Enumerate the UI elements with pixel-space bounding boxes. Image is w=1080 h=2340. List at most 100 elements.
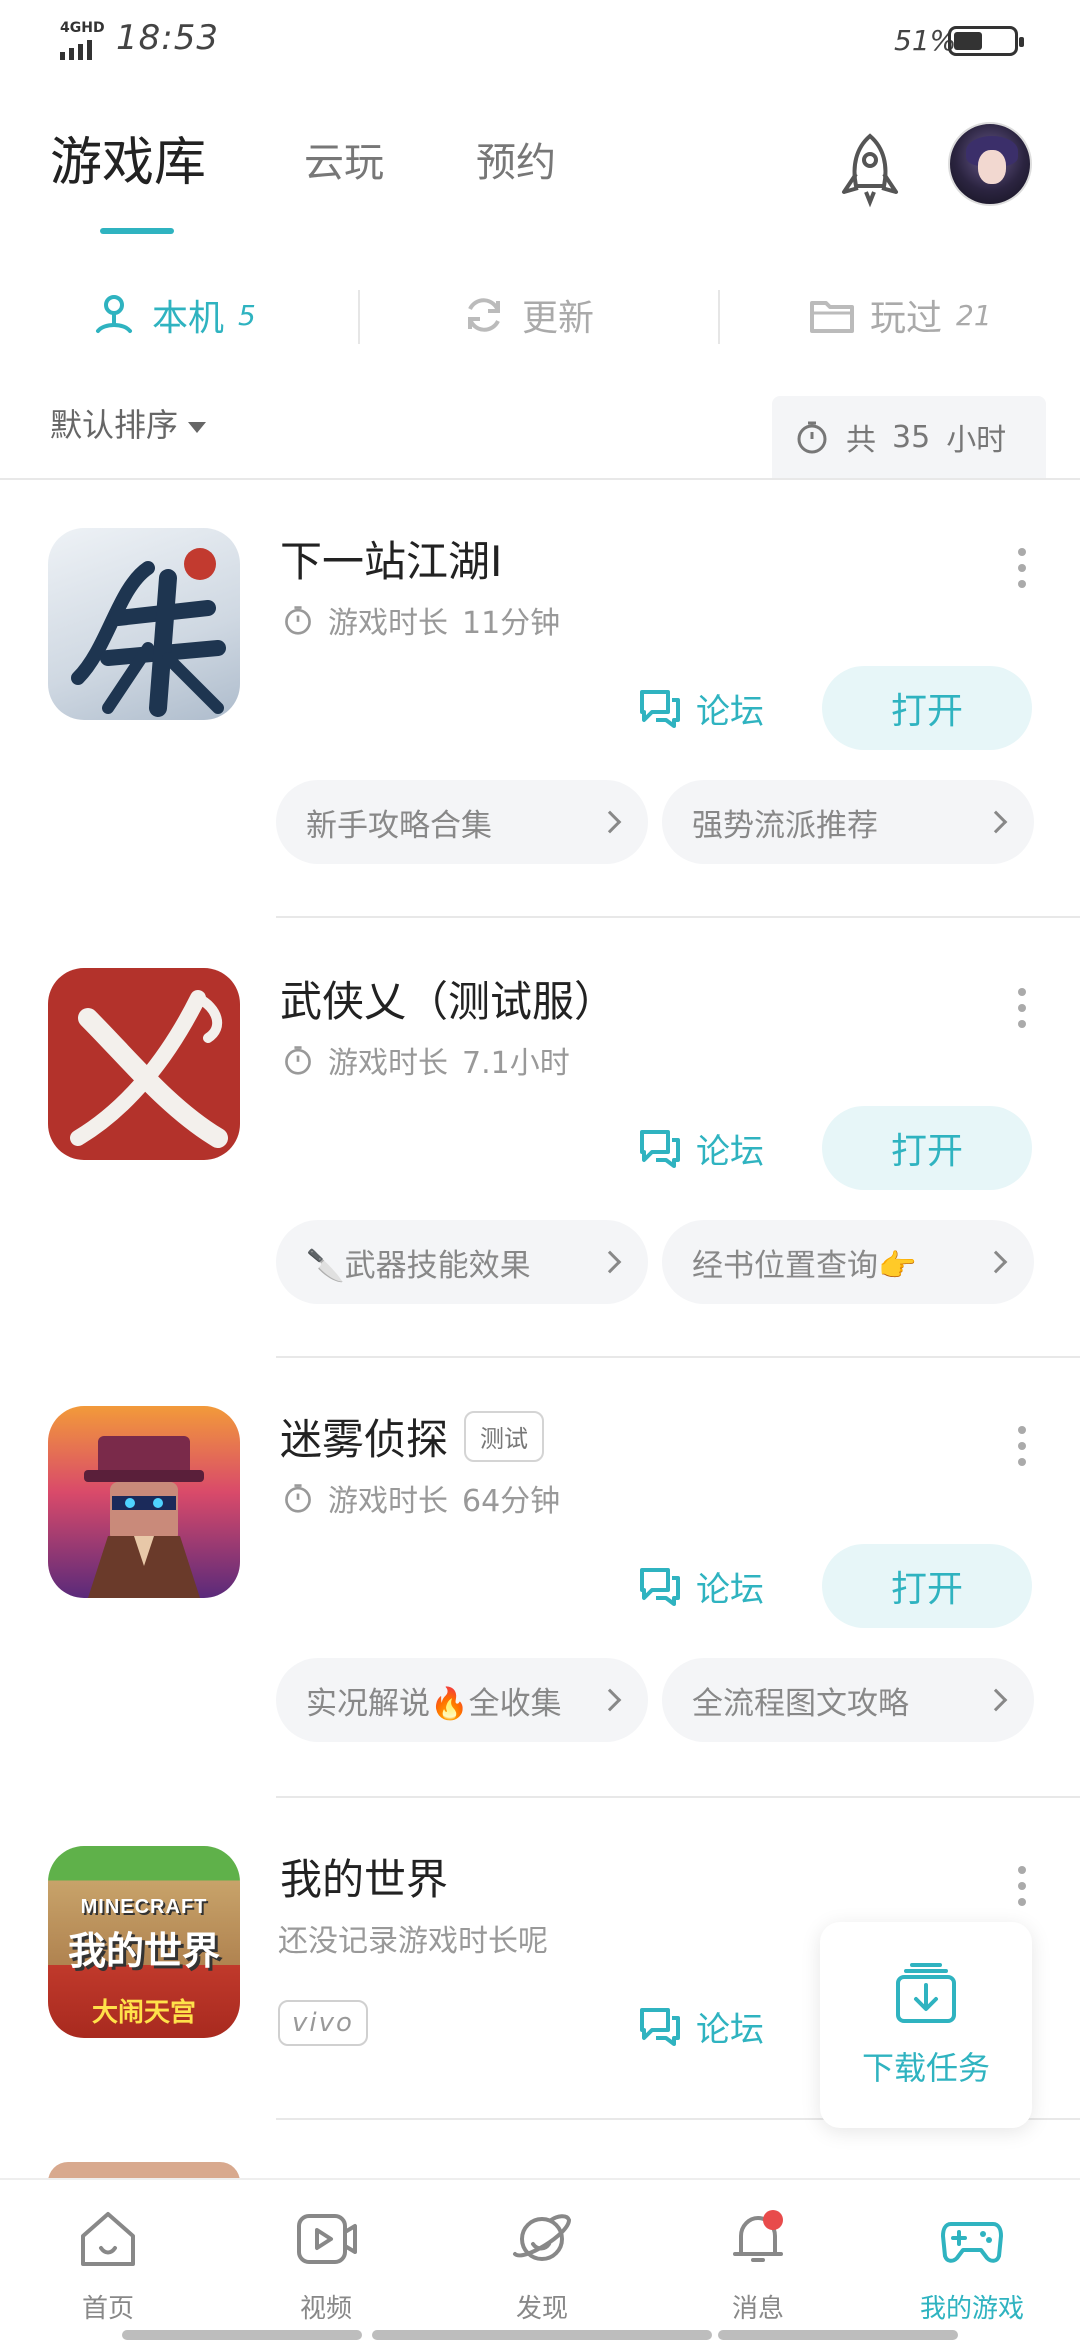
- open-button[interactable]: 打开: [822, 1544, 1032, 1628]
- game-icon-xiayizhan[interactable]: [48, 528, 240, 720]
- download-icon: [896, 1963, 956, 2023]
- chat-icon: [640, 1130, 680, 1168]
- section-divider: [0, 478, 1080, 480]
- no-record-text: 还没记录游戏时长呢: [278, 1924, 548, 1959]
- game-name[interactable]: 迷雾侦探 测试: [280, 1406, 545, 1467]
- nav-video[interactable]: 视频: [246, 2206, 406, 2325]
- forum-button[interactable]: 论坛: [638, 678, 764, 738]
- forum-label: 论坛: [696, 1131, 764, 1172]
- total-playtime: 共 35 小时: [772, 396, 1046, 478]
- chevron-right-icon: [984, 810, 1008, 834]
- stopwatch-icon: [285, 1484, 311, 1513]
- game-name[interactable]: 下一站江湖Ⅰ: [280, 528, 502, 589]
- device-icon: [96, 295, 132, 333]
- nav-home[interactable]: 首页: [28, 2206, 188, 2325]
- no-playtime-record: 还没记录游戏时长呢: [278, 1916, 548, 1960]
- nav-messages-label: 消息: [731, 2294, 784, 2324]
- test-badge: 测试: [464, 1411, 545, 1462]
- guide-chip[interactable]: 新手攻略合集: [276, 780, 648, 864]
- chevron-right-icon: [598, 1250, 622, 1274]
- guide-chip[interactable]: 全流程图文攻略: [662, 1658, 1034, 1742]
- tab-game-library[interactable]: 游戏库: [50, 120, 206, 195]
- gesture-bar: [718, 2330, 958, 2340]
- open-button[interactable]: 打开: [822, 666, 1032, 750]
- guide-chips: 新手攻略合集 强势流派推荐: [276, 780, 1034, 864]
- total-unit: 小时: [946, 423, 1007, 458]
- playtime-label: 游戏时长: [328, 606, 448, 641]
- subtab-local[interactable]: 本机 5: [90, 270, 256, 360]
- tab-reservation[interactable]: 预约: [476, 130, 556, 188]
- sort-dropdown[interactable]: 默认排序: [50, 400, 207, 446]
- gesture-bar: [122, 2330, 362, 2340]
- tab-cloud-play[interactable]: 云玩: [304, 130, 384, 188]
- game-name[interactable]: 我的世界: [280, 1846, 448, 1907]
- subtab-local-label: 本机: [152, 298, 225, 339]
- divider: [358, 290, 360, 344]
- bell-icon: [733, 2210, 783, 2262]
- guide-chips: 实况解说🔥全收集 全流程图文攻略: [276, 1658, 1034, 1742]
- rocket-icon[interactable]: [830, 130, 910, 210]
- forum-label: 论坛: [696, 1569, 764, 1610]
- game-name-text: 下一站江湖Ⅰ: [280, 537, 503, 586]
- nav-home-label: 首页: [81, 2294, 134, 2324]
- vivo-badge: vivo: [278, 2000, 368, 2046]
- game-icon-miwu[interactable]: [48, 1406, 240, 1598]
- user-avatar[interactable]: [948, 122, 1032, 206]
- game-icon-wuxia[interactable]: [48, 968, 240, 1160]
- open-button[interactable]: 打开: [822, 1106, 1032, 1190]
- guide-chip[interactable]: 经书位置查询👉: [662, 1220, 1034, 1304]
- chip-label: 实况解说🔥全收集: [306, 1685, 562, 1722]
- guide-chip[interactable]: 强势流派推荐: [662, 780, 1034, 864]
- chat-icon: [640, 1568, 680, 1606]
- network-type: 4GHD: [60, 20, 105, 36]
- guide-chip[interactable]: 实况解说🔥全收集: [276, 1658, 648, 1742]
- game-icon-minecraft[interactable]: MINECRAFT 我的世界 大闹天宫: [48, 1846, 240, 2038]
- nav-messages[interactable]: 消息: [678, 2206, 838, 2325]
- signal-indicator: 4GHD: [58, 20, 108, 60]
- playtime-value: 7.1小时: [462, 1046, 570, 1081]
- status-bar: 4GHD 18:53 51%: [0, 0, 1080, 80]
- more-options-icon[interactable]: [1008, 1426, 1036, 1466]
- clock: 18:53: [116, 18, 219, 58]
- forum-button[interactable]: 论坛: [638, 1556, 764, 1616]
- total-prefix: 共: [846, 423, 876, 458]
- card-divider: [276, 1796, 1080, 1798]
- playtime-value: 64分钟: [462, 1484, 561, 1519]
- more-options-icon[interactable]: [1008, 1866, 1036, 1906]
- subtab-update-label: 更新: [522, 298, 595, 339]
- forum-button[interactable]: 论坛: [638, 1996, 764, 2056]
- minecraft-logo-cn: 我的世界: [67, 1929, 220, 1973]
- download-task-button[interactable]: 下载任务: [820, 1922, 1032, 2128]
- subtab-played-label: 玩过: [870, 298, 943, 339]
- chip-label: 经书位置查询👉: [692, 1247, 917, 1284]
- guide-chip[interactable]: 🔪武器技能效果: [276, 1220, 648, 1304]
- subtab-played[interactable]: 玩过 21: [808, 270, 992, 360]
- stopwatch-icon: [797, 421, 827, 454]
- sort-label: 默认排序: [50, 406, 179, 444]
- chat-icon: [640, 2008, 680, 2046]
- forum-label: 论坛: [696, 691, 764, 732]
- game-playtime: 游戏时长 64分钟: [282, 1476, 560, 1520]
- caret-down-icon: [188, 421, 207, 433]
- chip-label: 全流程图文攻略: [692, 1685, 909, 1722]
- forum-label: 论坛: [696, 2009, 764, 2050]
- playtime-label: 游戏时长: [328, 1046, 448, 1081]
- minecraft-subtitle: 大闹天宫: [91, 1998, 196, 2028]
- folder-icon: [810, 301, 854, 333]
- game-name-text: 迷雾侦探: [280, 1415, 449, 1464]
- chip-label: 🔪武器技能效果: [306, 1247, 531, 1284]
- more-options-icon[interactable]: [1008, 548, 1036, 588]
- bottom-nav: 首页 视频 发现 消息 我的游戏: [0, 2178, 1080, 2340]
- game-playtime: 游戏时长 11分钟: [282, 598, 560, 642]
- more-options-icon[interactable]: [1008, 988, 1036, 1028]
- game-name[interactable]: 武侠乂（测试服）: [280, 968, 616, 1029]
- forum-button[interactable]: 论坛: [638, 1118, 764, 1178]
- battery-icon: [948, 26, 1024, 56]
- nav-discover[interactable]: 发现: [462, 2206, 622, 2325]
- nav-my-games[interactable]: 我的游戏: [892, 2206, 1052, 2325]
- sub-tab-bar: 本机 5 更新 玩过 21: [0, 270, 1080, 360]
- top-tab-bar: 游戏库 云玩 预约: [0, 120, 1080, 250]
- gesture-bar: [372, 2330, 712, 2340]
- chevron-right-icon: [984, 1250, 1008, 1274]
- subtab-update[interactable]: 更新: [460, 270, 594, 360]
